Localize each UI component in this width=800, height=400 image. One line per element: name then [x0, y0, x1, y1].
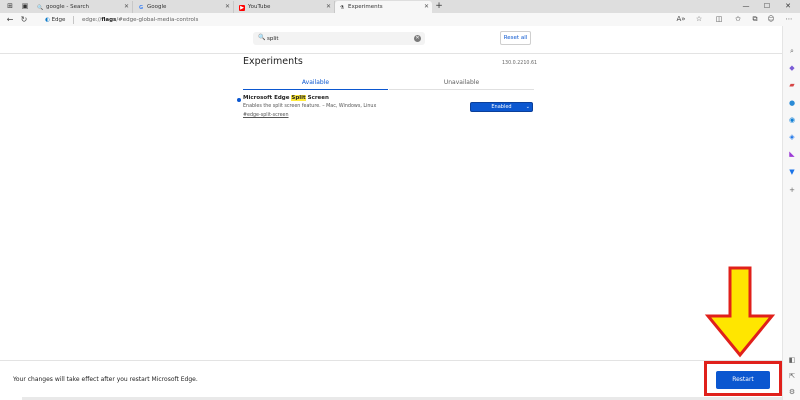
profile-icon[interactable]: ⊞	[5, 2, 15, 11]
tab-google-search[interactable]: 🔍 google - Search ✕	[33, 1, 133, 13]
person-icon[interactable]: ●	[788, 99, 796, 107]
tab-youtube[interactable]: ▶ YouTube ✕	[235, 1, 335, 13]
tab-google[interactable]: G Google ✕	[134, 1, 234, 13]
url-text: edge://flags/#edge-global-media-controls	[82, 17, 199, 23]
new-tab-icon[interactable]: +	[434, 1, 444, 12]
annotation-arrow-shape	[704, 266, 776, 358]
experiment-link[interactable]: #edge-split-screen	[243, 113, 289, 118]
toolbox-icon[interactable]: ▰	[788, 81, 796, 89]
search-icon: 🔍	[37, 5, 44, 11]
open-external-icon[interactable]: ⇱	[788, 372, 796, 380]
collections-icon[interactable]: ⧉	[750, 14, 760, 25]
maximize-icon[interactable]: ☐	[760, 0, 774, 13]
back-icon[interactable]: ←	[5, 14, 15, 25]
more-menu-icon[interactable]: ⋯	[784, 14, 794, 25]
clear-search-icon[interactable]: ✕	[414, 35, 421, 42]
close-tab-icon[interactable]: ✕	[424, 1, 429, 13]
split-screen-icon[interactable]: ◫	[714, 14, 724, 25]
search-icon: 🔍	[258, 34, 266, 41]
sidebar-toggle-icon[interactable]: ◧	[788, 356, 796, 364]
restart-message: Your changes will take effect after you …	[13, 376, 198, 383]
version-label: 130.0.2210.61	[502, 61, 538, 66]
search-icon[interactable]: ⌕	[788, 47, 796, 55]
tab-unavailable[interactable]: Unavailable	[389, 76, 534, 90]
experiment-name: Microsoft Edge Split Screen	[243, 95, 329, 101]
tag-icon[interactable]: ◆	[788, 64, 796, 72]
minimize-icon[interactable]: —	[739, 0, 753, 13]
address-bar[interactable]: ◐ Edge edge://flags/#edge-global-media-c…	[45, 15, 695, 25]
modified-indicator	[237, 98, 241, 102]
close-tab-icon[interactable]: ✕	[326, 1, 331, 13]
tab-experiments[interactable]: ⚗ Experiments ✕	[335, 1, 432, 13]
chevron-down-icon: ⌄	[525, 104, 530, 110]
settings-gear-icon[interactable]: ⚙	[788, 388, 796, 396]
edge-label: ◐ Edge	[45, 17, 66, 23]
google-icon: G	[138, 5, 144, 11]
youtube-icon: ▶	[239, 5, 245, 11]
flask-icon: ⚗	[339, 5, 345, 11]
experiment-state-select[interactable]: Enabled ⌄	[470, 102, 533, 112]
browser-window: ⊞ ▣ 🔍 google - Search ✕ G Google ✕ ▶ YouTub…	[0, 0, 800, 400]
favorite-star-icon[interactable]: ☆	[694, 14, 704, 25]
tab-actions-icon[interactable]: ▣	[20, 2, 30, 11]
designer-icon[interactable]: ◣	[788, 150, 796, 158]
search-highlight: Split	[291, 95, 306, 101]
profile-avatar-icon[interactable]: ☺	[766, 14, 776, 25]
edge-sidebar: ⌕ ◆ ▰ ● ◉ ◈ ◣ ▼ + ◧ ⇱ ⚙	[782, 26, 800, 400]
add-icon[interactable]: +	[788, 186, 796, 194]
address-toolbar: ← ↻ ◐ Edge edge://flags/#edge-global-med…	[0, 13, 800, 26]
tab-available[interactable]: Available	[243, 76, 388, 90]
favorites-icon[interactable]: ✩	[733, 14, 743, 25]
shopping-icon[interactable]: ▼	[788, 168, 796, 176]
close-tab-icon[interactable]: ✕	[225, 1, 230, 13]
address-separator	[73, 16, 74, 24]
reset-all-button[interactable]: Reset all	[500, 31, 531, 45]
close-tab-icon[interactable]: ✕	[124, 1, 129, 13]
refresh-icon[interactable]: ↻	[19, 14, 29, 25]
copilot-icon[interactable]: ◉	[788, 116, 796, 124]
close-window-icon[interactable]: ✕	[781, 0, 795, 13]
restart-button[interactable]: Restart	[716, 371, 770, 389]
annotation-arrow	[704, 266, 776, 358]
flags-page: 🔍 ✕ Reset all Experiments 130.0.2210.61 …	[0, 26, 782, 360]
search-flags-box: 🔍 ✕	[253, 32, 425, 45]
page-title: Experiments	[243, 56, 303, 67]
tab-strip: ⊞ ▣ 🔍 google - Search ✕ G Google ✕ ▶ YouTub…	[0, 0, 800, 13]
read-aloud-icon[interactable]: A»	[676, 14, 686, 25]
experiment-description: Enables the split screen feature. – Mac,…	[243, 104, 377, 109]
restart-banner: Your changes will take effect after you …	[0, 360, 782, 400]
header-divider	[0, 53, 782, 54]
outlook-icon[interactable]: ◈	[788, 133, 796, 141]
edge-logo-icon: ◐	[45, 17, 50, 23]
search-input[interactable]	[267, 33, 407, 44]
